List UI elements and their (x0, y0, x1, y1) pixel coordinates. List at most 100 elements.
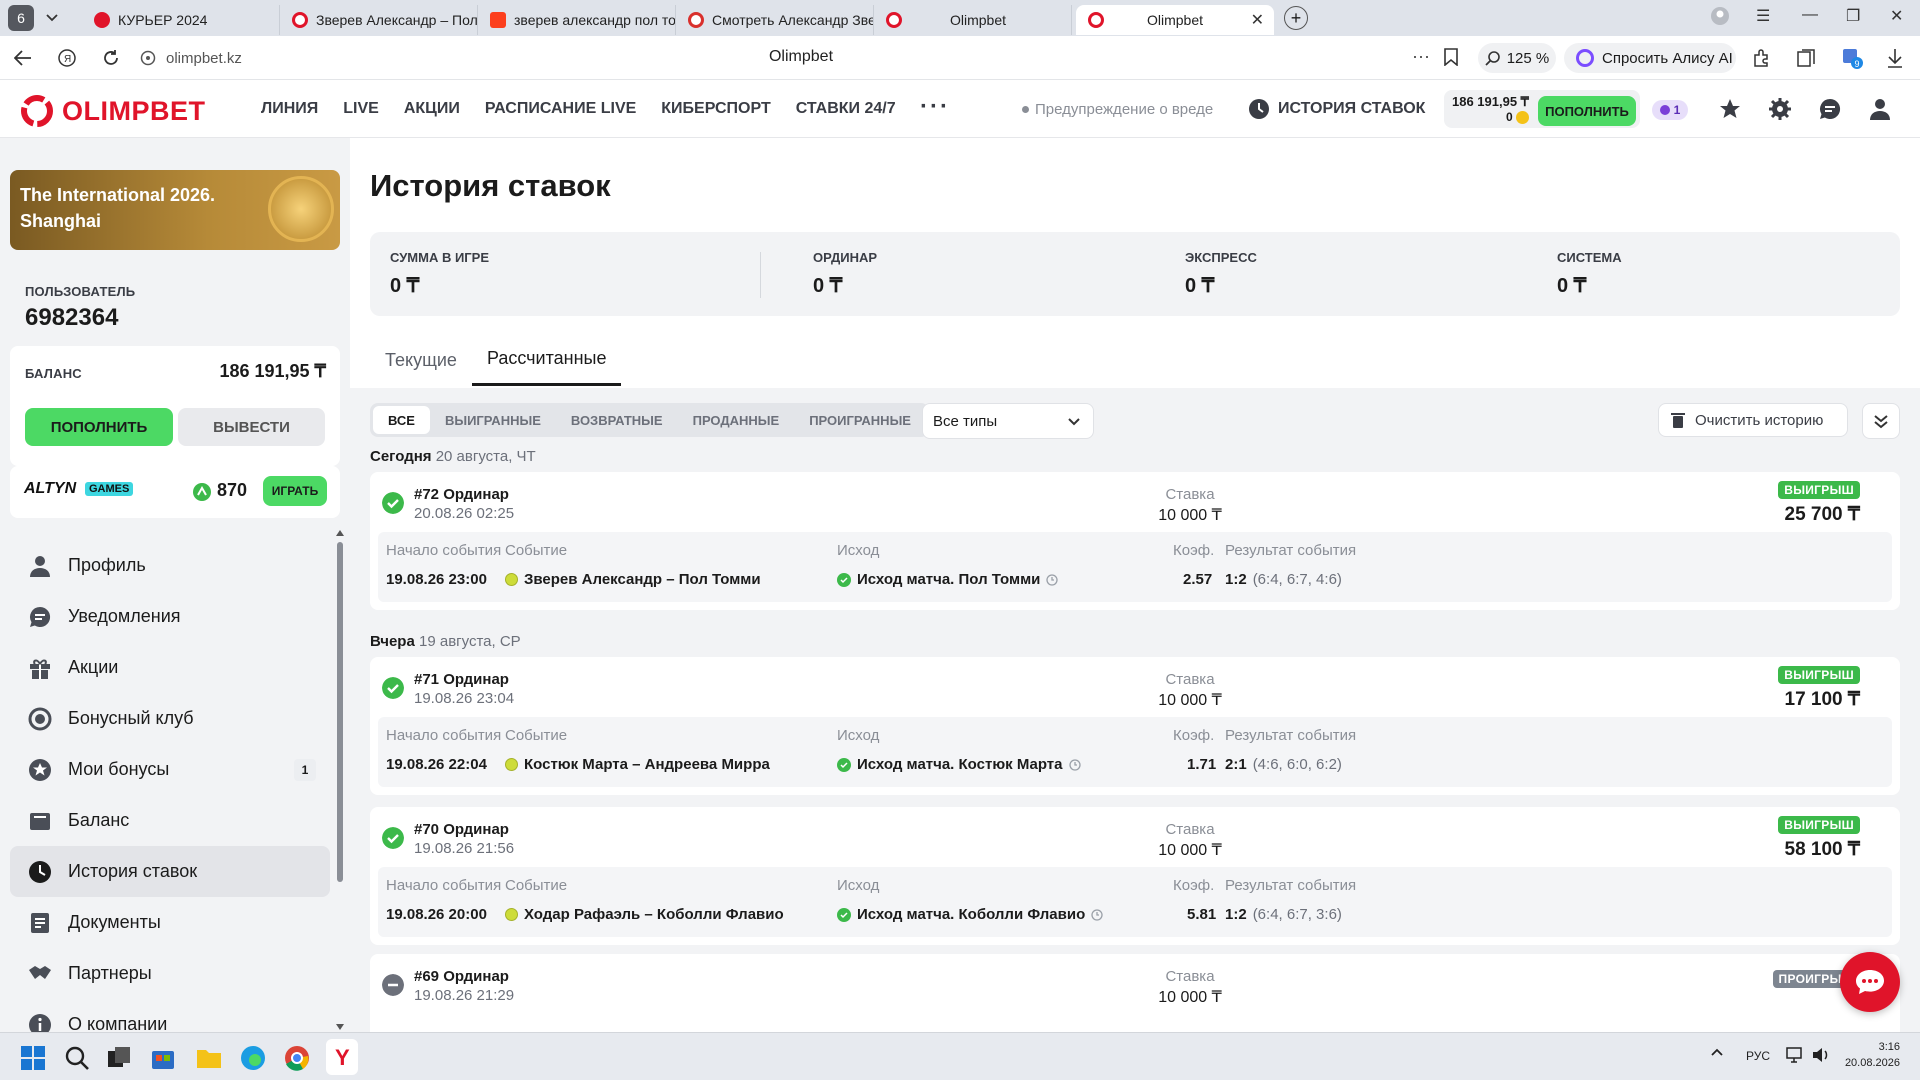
windows-start-icon[interactable] (20, 1045, 46, 1071)
user-profile-icon[interactable] (1868, 97, 1892, 121)
restore-icon[interactable]: ❐ (1846, 6, 1860, 26)
browser-tab[interactable]: КУРЬЕР 2024 (82, 4, 280, 35)
menu-item-documents[interactable]: Документы (10, 897, 330, 948)
network-icon[interactable] (1786, 1047, 1804, 1063)
event-name[interactable]: Зверев Александр – Пол Томми (505, 571, 761, 588)
clock-time[interactable]: 3:16 (1850, 1041, 1900, 1053)
menu-item-bonus-club[interactable]: Бонусный клуб (10, 693, 330, 744)
bet-time: 20.08.26 02:25 (414, 505, 515, 522)
event-result: 2:1 (4:6, 6:0, 6:2) (1225, 756, 1342, 773)
settings-gear-icon[interactable] (1768, 97, 1792, 121)
browser-tab-active[interactable]: Olimpbet ✕ (1076, 4, 1274, 35)
harm-warning-link[interactable]: Предупреждение о вреде (1022, 101, 1213, 118)
browser-tab[interactable]: Зверев Александр – Пол (280, 4, 478, 35)
clock-icon (29, 860, 51, 883)
downloads-icon[interactable] (1886, 48, 1904, 68)
filter-sold[interactable]: ПРОДАННЫЕ (678, 406, 795, 434)
collections-icon[interactable] (1796, 48, 1816, 68)
extension-badge-icon[interactable]: 9 (1840, 46, 1864, 70)
bonus-badge-chip[interactable]: 1 (1652, 100, 1688, 120)
clock-date[interactable]: 20.08.2026 (1840, 1057, 1900, 1069)
alice-button[interactable]: Спросить Алису AI (1564, 43, 1736, 73)
menu-item-notifications[interactable]: Уведомления (10, 591, 330, 642)
bookmark-icon[interactable] (1444, 48, 1458, 66)
nav-schedule-live[interactable]: РАСПИСАНИЕ LIVE (485, 100, 636, 118)
tray-chevron-up-icon[interactable] (1710, 1045, 1724, 1059)
header-topup-button[interactable]: ПОПОЛНИТЬ (1538, 96, 1636, 126)
nav-bets-24-7[interactable]: СТАВКИ 24/7 (796, 100, 896, 118)
nav-liniya[interactable]: ЛИНИЯ (261, 100, 318, 118)
filter-all[interactable]: ВСЕ (373, 406, 430, 434)
chrome-icon[interactable] (284, 1045, 310, 1071)
filter-returned[interactable]: ВОЗВРАТНЫЕ (556, 406, 678, 434)
nav-aktsii[interactable]: АКЦИИ (404, 100, 460, 118)
menu-item-bet-history[interactable]: История ставок (10, 846, 330, 897)
browser-menu-icon[interactable]: ☰ (1756, 6, 1770, 26)
nav-live[interactable]: LIVE (343, 100, 379, 118)
olimpbet-logo[interactable]: OLIMPBET (20, 94, 206, 128)
withdraw-button[interactable]: ВЫВЕСТИ (178, 408, 325, 446)
tab-counter[interactable]: 6 (8, 5, 34, 31)
double-chevron-down-icon (1874, 415, 1888, 429)
bet-card[interactable]: #69 Ординар 19.08.26 21:29 Ставка 10 000… (370, 954, 1900, 1032)
outcome: Исход матча. Коболли Флавио (837, 906, 1103, 923)
extensions-puzzle-icon[interactable] (1752, 48, 1772, 68)
tab-settled[interactable]: Рассчитанные (471, 334, 622, 386)
bet-card[interactable]: #72 Ординар 20.08.26 02:25 Ставка 10 000… (370, 472, 1900, 610)
sidebar-scrollbar[interactable] (336, 528, 344, 1032)
menu-item-profile[interactable]: Профиль (10, 540, 330, 591)
volume-icon[interactable] (1812, 1047, 1830, 1063)
bet-type-select[interactable]: Все типы (922, 403, 1094, 439)
clear-history-button[interactable]: Очистить историю (1658, 403, 1848, 437)
menu-item-about[interactable]: О компании (10, 999, 330, 1032)
chat-icon[interactable] (1818, 97, 1842, 121)
tab-current[interactable]: Текущие (370, 334, 472, 386)
task-view-icon[interactable] (106, 1045, 132, 1071)
zoom-indicator[interactable]: 125 % (1478, 43, 1556, 73)
window-close-icon[interactable]: ✕ (1890, 6, 1903, 26)
yandex-browser-icon[interactable]: Y (326, 1039, 358, 1075)
collapse-all-button[interactable] (1862, 403, 1900, 439)
bet-header: #72 Ординар 20.08.26 02:25 Ставка 10 000… (370, 472, 1900, 532)
menu-item-my-bonuses[interactable]: Мои бонусы 1 (10, 744, 330, 795)
edge-icon[interactable] (240, 1045, 266, 1071)
store-icon[interactable] (150, 1045, 176, 1071)
menu-label: Баланс (68, 810, 130, 830)
support-chat-button[interactable] (1840, 952, 1900, 1012)
filter-won[interactable]: ВЫИГРАННЫЕ (430, 406, 556, 434)
browser-tab[interactable]: Смотреть Александр Зве (676, 4, 874, 35)
bet-history-link[interactable]: ИСТОРИЯ СТАВОК (1248, 98, 1425, 120)
bet-card[interactable]: #70 Ординар 19.08.26 21:56 Ставка 10 000… (370, 807, 1900, 945)
topup-button[interactable]: ПОПОЛНИТЬ (25, 408, 173, 446)
browser-tab[interactable]: Olimpbet (874, 4, 1072, 35)
nav-more-icon[interactable]: ··· (920, 93, 950, 121)
file-explorer-icon[interactable] (196, 1045, 222, 1071)
bet-card[interactable]: #71 Ординар 19.08.26 23:04 Ставка 10 000… (370, 657, 1900, 795)
stake-value: 10 000 ₸ (1158, 989, 1222, 1006)
event-name[interactable]: Ходар Рафаэль – Коболли Флавио (505, 906, 784, 923)
tab-close-icon[interactable]: ✕ (1251, 10, 1264, 30)
browser-tab[interactable]: зверев александр пол то (478, 4, 676, 35)
minimize-icon[interactable]: — (1802, 6, 1818, 24)
play-button[interactable]: ИГРАТЬ (263, 476, 327, 506)
nav-esports[interactable]: КИБЕРСПОРТ (661, 100, 770, 118)
menu-item-promotions[interactable]: Акции (10, 642, 330, 693)
user-icon (30, 555, 50, 577)
yandex-favicon-icon (490, 11, 506, 28)
promo-banner[interactable]: The International 2026. Shanghai (10, 170, 340, 250)
tab-list-chevron-icon[interactable] (40, 14, 64, 22)
more-dots-icon[interactable]: ··· (1412, 46, 1430, 67)
search-icon[interactable] (64, 1045, 90, 1071)
event-name-text: Костюк Марта – Андреева Мирра (524, 756, 770, 773)
profile-avatar-icon[interactable] (1710, 6, 1730, 26)
new-tab-plus-icon[interactable]: + (1284, 6, 1308, 30)
event-result: 1:2 (6:4, 6:7, 4:6) (1225, 571, 1342, 588)
language-indicator[interactable]: РУС (1746, 1049, 1770, 1063)
day-date: 19 августа, СР (419, 633, 521, 650)
favorites-star-icon[interactable] (1718, 97, 1742, 121)
coef-value: 1.71 (1187, 756, 1217, 773)
filter-lost[interactable]: ПРОИГРАННЫЕ (794, 406, 926, 434)
event-name[interactable]: Костюк Марта – Андреева Мирра (505, 756, 770, 773)
menu-item-partners[interactable]: Партнеры (10, 948, 330, 999)
menu-item-balance[interactable]: Баланс (10, 795, 330, 846)
